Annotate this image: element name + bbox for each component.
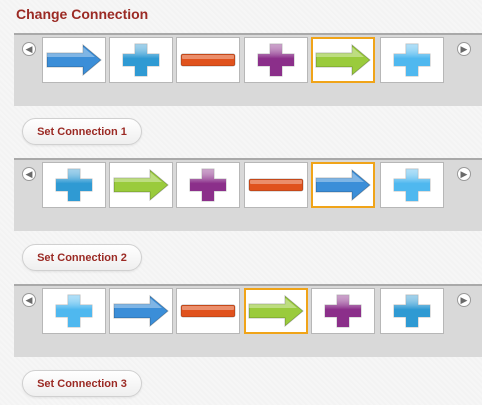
set-connection-2-button[interactable]: Set Connection 2 bbox=[22, 244, 142, 271]
connection-tile[interactable] bbox=[380, 37, 444, 83]
carousel-next-button[interactable]: ▶ bbox=[457, 42, 471, 56]
connection-tile[interactable] bbox=[109, 162, 173, 208]
chevron-right-icon: ▶ bbox=[460, 43, 468, 54]
connection-carousel-1: ◀ ▶ bbox=[14, 33, 482, 106]
connection-tile[interactable] bbox=[176, 288, 240, 334]
red-minus-icon bbox=[180, 302, 236, 320]
carousel-next-button[interactable]: ▶ bbox=[457, 293, 471, 307]
purple-cross-icon bbox=[323, 293, 363, 329]
connection-tile[interactable] bbox=[42, 288, 106, 334]
green-arrow-icon bbox=[314, 43, 372, 77]
carousel-prev-button[interactable]: ◀ bbox=[22, 42, 36, 56]
connection-tile[interactable] bbox=[42, 37, 106, 83]
connection-tile[interactable] bbox=[311, 37, 375, 83]
red-minus-icon bbox=[248, 176, 304, 194]
connection-tile[interactable] bbox=[109, 37, 173, 83]
blue-cross-icon bbox=[392, 293, 432, 329]
blue-arrow-icon bbox=[314, 168, 372, 202]
connection-tile[interactable] bbox=[176, 37, 240, 83]
green-arrow-icon bbox=[247, 294, 305, 328]
chevron-right-icon: ▶ bbox=[460, 294, 468, 305]
red-minus-icon bbox=[180, 51, 236, 69]
connection-tile[interactable] bbox=[380, 288, 444, 334]
set-connection-3-button[interactable]: Set Connection 3 bbox=[22, 370, 142, 397]
connection-carousel-2: ◀ ▶ bbox=[14, 158, 482, 231]
chevron-left-icon: ◀ bbox=[25, 168, 33, 179]
blue-cross-icon bbox=[54, 167, 94, 203]
connection-tile[interactable] bbox=[109, 288, 173, 334]
chevron-left-icon: ◀ bbox=[25, 294, 33, 305]
connection-tile[interactable] bbox=[244, 288, 308, 334]
set-connection-1-button[interactable]: Set Connection 1 bbox=[22, 118, 142, 145]
connection-tile[interactable] bbox=[311, 162, 375, 208]
blue-cross-icon bbox=[121, 42, 161, 78]
purple-cross-icon bbox=[256, 42, 296, 78]
chevron-right-icon: ▶ bbox=[460, 168, 468, 179]
light-blue-cross-icon bbox=[392, 167, 432, 203]
purple-cross-icon bbox=[188, 167, 228, 203]
carousel-prev-button[interactable]: ◀ bbox=[22, 167, 36, 181]
blue-arrow-icon bbox=[112, 294, 170, 328]
connection-tile[interactable] bbox=[311, 288, 375, 334]
page-title: Change Connection bbox=[16, 6, 149, 22]
connection-tile[interactable] bbox=[244, 37, 308, 83]
connection-tile[interactable] bbox=[42, 162, 106, 208]
light-blue-cross-icon bbox=[54, 293, 94, 329]
carousel-next-button[interactable]: ▶ bbox=[457, 167, 471, 181]
connection-carousel-3: ◀ ▶ bbox=[14, 284, 482, 357]
connection-tile[interactable] bbox=[380, 162, 444, 208]
blue-arrow-icon bbox=[45, 43, 103, 77]
connection-tile[interactable] bbox=[244, 162, 308, 208]
green-arrow-icon bbox=[112, 168, 170, 202]
carousel-prev-button[interactable]: ◀ bbox=[22, 293, 36, 307]
light-blue-cross-icon bbox=[392, 42, 432, 78]
connection-tile[interactable] bbox=[176, 162, 240, 208]
chevron-left-icon: ◀ bbox=[25, 43, 33, 54]
